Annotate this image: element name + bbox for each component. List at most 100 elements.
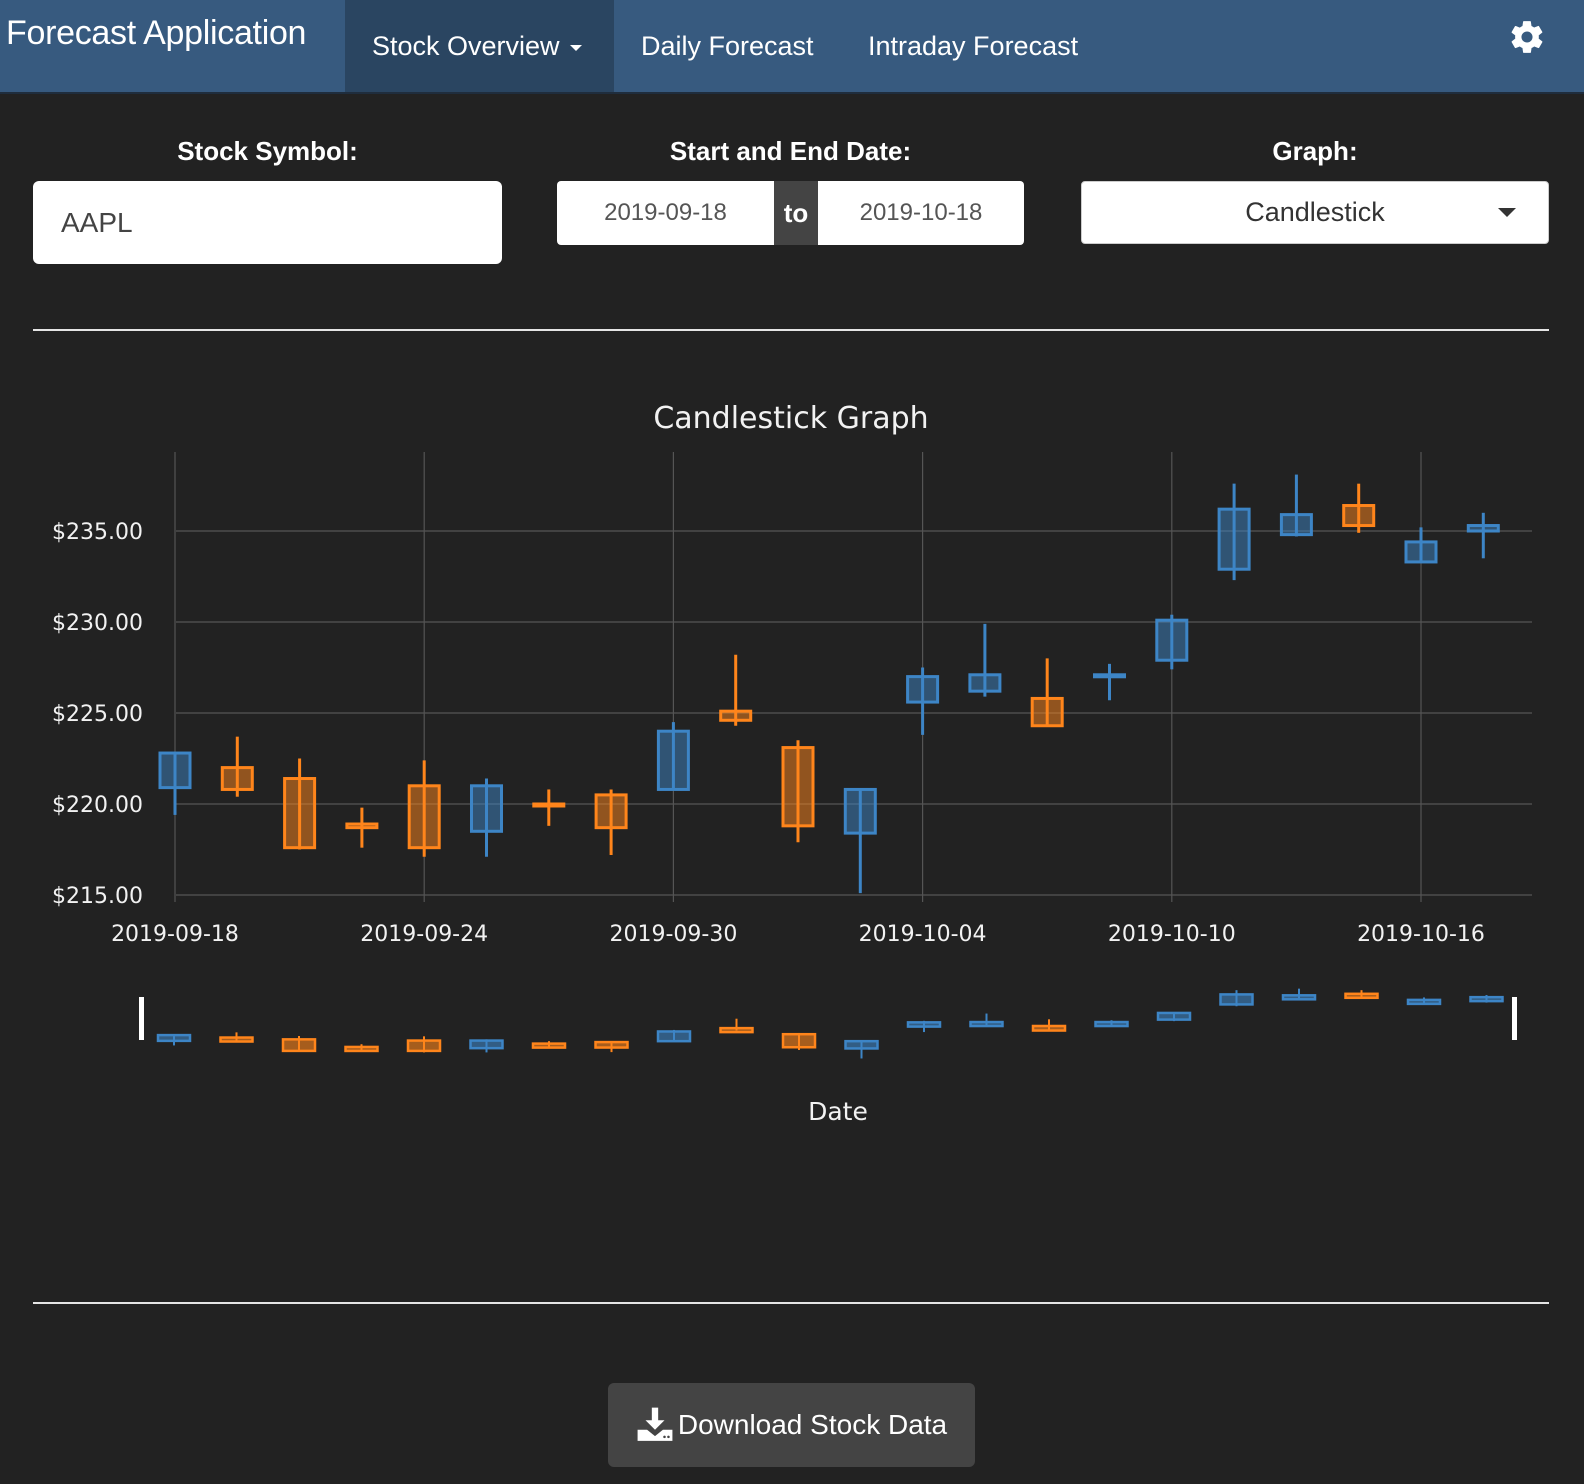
slider-candle-body xyxy=(1344,992,1379,1000)
x-tick-label: 2019-09-24 xyxy=(360,922,488,947)
candle xyxy=(1030,658,1064,728)
candle-body-increasing xyxy=(656,729,690,791)
x-tick-labels: 2019-09-18 2019-09-24 2019-09-30 2019-10-04… xyxy=(111,922,1485,947)
candle xyxy=(220,736,254,797)
candle-body-decreasing xyxy=(1342,504,1376,528)
candle xyxy=(1342,483,1376,533)
x-tick-label: 2019-09-18 xyxy=(111,922,239,947)
range-slider-handle-right xyxy=(1512,997,1517,1040)
candle xyxy=(158,751,192,815)
slider-candle xyxy=(969,1013,1004,1028)
candle-body-decreasing xyxy=(283,777,317,850)
slider-candle-body xyxy=(469,1039,504,1050)
slider-candle xyxy=(344,1044,379,1053)
candle-body-increasing xyxy=(470,784,503,833)
gear-icon[interactable] xyxy=(1508,18,1546,56)
slider-candle xyxy=(281,1036,317,1053)
divider-bottom xyxy=(33,1302,1549,1304)
candle xyxy=(594,789,628,855)
y-tick-labels: $215.00 $220.00 $225.00 $230.00 $235.00 xyxy=(52,520,143,909)
stock-symbol-input[interactable]: AAPL xyxy=(33,181,502,264)
nav-daily-forecast[interactable]: Daily Forecast xyxy=(614,0,841,92)
slider-candle-body xyxy=(406,1039,442,1053)
end-date-input[interactable]: 2019-10-18 xyxy=(818,181,1024,245)
x-tick-label: 2019-10-04 xyxy=(859,922,987,947)
y-tick-label: $235.00 xyxy=(52,520,143,545)
candle xyxy=(906,667,940,735)
candle xyxy=(1404,527,1438,564)
slider-candle xyxy=(1281,988,1317,1001)
download-stock-data-button[interactable]: Download Stock Data xyxy=(608,1383,975,1467)
slider-candle-body xyxy=(1281,994,1317,1001)
candle-body-increasing xyxy=(1466,524,1500,533)
candle-body-decreasing xyxy=(407,784,441,850)
slider-candle xyxy=(1344,990,1379,1000)
candle xyxy=(1217,483,1251,581)
slider-candle xyxy=(594,1040,629,1053)
candle xyxy=(283,758,317,850)
candlestick-chart[interactable]: Candlestick Graph $215.00$220.00$225.00$… xyxy=(0,380,1584,1160)
candle xyxy=(719,654,753,726)
candle xyxy=(345,807,379,848)
candle xyxy=(1466,512,1500,559)
slider-candle xyxy=(156,1033,192,1046)
slider-candle xyxy=(719,1018,754,1034)
candle xyxy=(532,789,566,826)
graph-type-select[interactable]: Candlestick xyxy=(1081,181,1549,244)
slider-candle xyxy=(1094,1020,1129,1028)
candle-body-decreasing xyxy=(345,822,379,830)
slider-candle xyxy=(1031,1019,1067,1032)
caret-down-icon xyxy=(1498,208,1516,217)
candle-body-increasing xyxy=(1279,513,1313,537)
y-tick-label: $230.00 xyxy=(52,611,143,636)
start-date-input[interactable]: 2019-09-18 xyxy=(557,181,774,245)
slider-candle xyxy=(469,1039,504,1053)
slider-candle-body xyxy=(969,1020,1004,1028)
candles xyxy=(158,474,1500,894)
nav-stock-overview-label: Stock Overview xyxy=(372,30,560,61)
candle xyxy=(843,787,877,894)
slider-candle xyxy=(656,1029,692,1043)
candle-body-increasing xyxy=(1155,618,1189,662)
candle-body-increasing xyxy=(968,673,1002,693)
nav-daily-forecast-label: Daily Forecast xyxy=(641,30,814,61)
date-range-label: Start and End Date: xyxy=(669,136,912,166)
candle xyxy=(407,760,441,857)
candle-body-decreasing xyxy=(220,766,254,791)
candle-body-decreasing xyxy=(1030,696,1064,728)
slider-candle xyxy=(1219,990,1254,1007)
candle-body-decreasing xyxy=(594,793,628,830)
candle xyxy=(470,778,503,857)
slider-candle-body xyxy=(1031,1024,1067,1032)
slider-candle-body xyxy=(531,1042,567,1049)
slider-candle-body xyxy=(656,1030,692,1043)
slider-candle xyxy=(531,1041,567,1049)
candle-body-increasing xyxy=(843,787,877,835)
nav-intraday-forecast[interactable]: Intraday Forecast xyxy=(841,0,1105,92)
nav-stock-overview[interactable]: Stock Overview xyxy=(345,0,614,92)
slider-candle-body xyxy=(594,1040,629,1049)
candle xyxy=(968,623,1002,697)
x-axis-label: Date xyxy=(808,1097,868,1126)
slider-candle xyxy=(406,1036,442,1053)
stock-symbol-label: Stock Symbol: xyxy=(177,136,358,166)
candle-body-decreasing xyxy=(719,709,753,722)
y-gridlines xyxy=(176,530,1532,896)
slider-candle-body xyxy=(156,1033,192,1043)
candle xyxy=(1093,663,1126,701)
slider-candle xyxy=(1156,1011,1192,1022)
navbar: Forecast Application Stock Overview Dail… xyxy=(0,0,1584,94)
x-tick-label: 2019-10-16 xyxy=(1357,922,1485,947)
slider-candle-body xyxy=(906,1021,942,1028)
x-tick-label: 2019-09-30 xyxy=(609,922,737,947)
chart-title: Candlestick Graph xyxy=(653,401,928,436)
candle xyxy=(1155,614,1189,670)
range-slider xyxy=(139,988,1517,1059)
caret-down-icon xyxy=(569,45,582,51)
slider-candle xyxy=(781,1032,817,1050)
graph-type-value: Candlestick xyxy=(1245,197,1385,227)
app-brand[interactable]: Forecast Application xyxy=(6,14,306,53)
slider-candle xyxy=(906,1020,942,1033)
slider-candle-body xyxy=(1406,998,1442,1006)
graph-label: Graph: xyxy=(1272,136,1358,166)
